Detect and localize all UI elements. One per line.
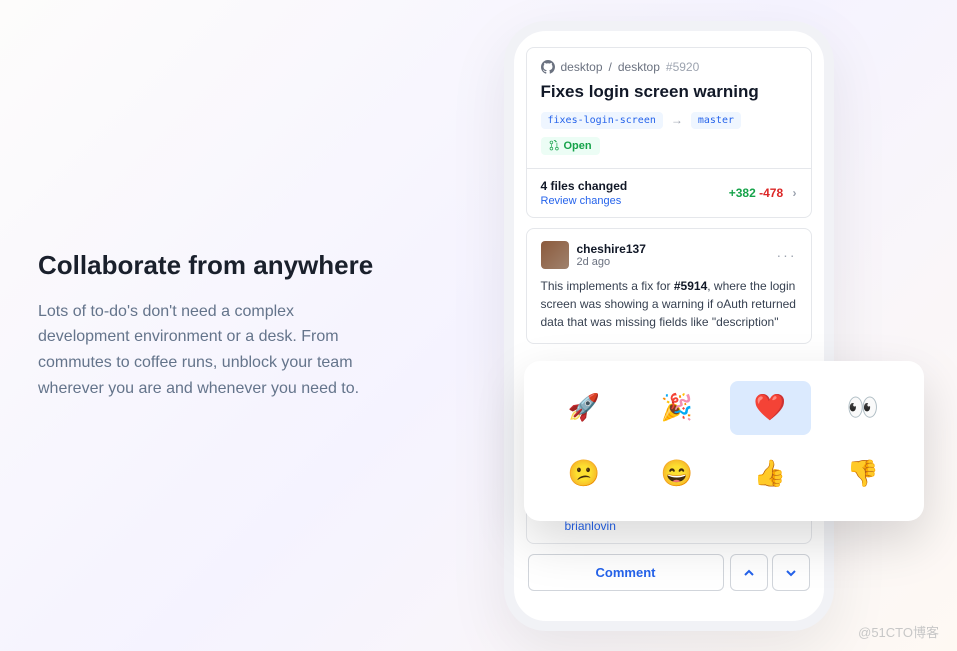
chevron-down-icon [785, 567, 797, 579]
watermark: @51CTO博客 [858, 622, 939, 641]
repo-breadcrumb[interactable]: desktop / desktop #5920 [541, 60, 797, 74]
more-menu-icon[interactable]: ··· [777, 247, 797, 263]
comment-body: This implements a fix for #5914, where t… [541, 277, 797, 331]
comment-button[interactable]: Comment [528, 554, 724, 591]
source-branch[interactable]: fixes-login-screen [541, 112, 663, 129]
avatar[interactable] [541, 241, 569, 269]
comment-card: cheshire137 2d ago ··· This implements a… [526, 228, 812, 344]
reaction-option[interactable]: 😕 [544, 447, 625, 501]
nav-down-button[interactable] [772, 554, 810, 591]
reaction-option[interactable]: 👍 [730, 447, 811, 501]
marketing-copy: Collaborate from anywhere Lots of to-do'… [38, 250, 418, 401]
nav-up-button[interactable] [730, 554, 768, 591]
arrow-right-icon: → [671, 113, 683, 127]
git-pull-request-icon [549, 140, 560, 151]
chevron-up-icon [743, 567, 755, 579]
review-changes-link[interactable]: Review changes [541, 195, 628, 207]
phone-mockup: desktop / desktop #5920 Fixes login scre… [504, 21, 834, 631]
marketing-description: Lots of to-do's don't need a complex dev… [38, 299, 378, 401]
repo-owner: desktop [561, 60, 603, 74]
pr-title: Fixes login screen warning [541, 82, 797, 102]
reaction-option[interactable]: 😄 [637, 447, 718, 501]
marketing-heading: Collaborate from anywhere [38, 250, 378, 281]
repo-name: desktop [618, 60, 660, 74]
reaction-option[interactable]: 🎉 [637, 381, 718, 435]
pr-header-card: desktop / desktop #5920 Fixes login scre… [526, 47, 812, 219]
chevron-right-icon: › [793, 186, 797, 200]
files-changed-count: 4 files changed [541, 179, 628, 193]
reaction-option[interactable]: 👎 [823, 447, 904, 501]
comment-time: 2d ago [577, 256, 646, 268]
reaction-option[interactable]: ❤️ [730, 381, 811, 435]
additions: +382 [729, 186, 756, 200]
reaction-option[interactable]: 🚀 [544, 381, 625, 435]
deletions: -478 [759, 186, 783, 200]
github-icon [541, 60, 555, 74]
issue-link[interactable]: #5914 [674, 279, 707, 293]
files-changed-row[interactable]: 4 files changed Review changes +382 -478… [527, 168, 811, 217]
pr-number: #5920 [666, 60, 699, 74]
comment-author[interactable]: cheshire137 [577, 242, 646, 256]
reaction-option[interactable]: 👀 [823, 381, 904, 435]
diff-stats: +382 -478 › [729, 186, 797, 200]
review-target[interactable]: brianlovin [565, 519, 616, 533]
target-branch[interactable]: master [691, 112, 741, 129]
reaction-picker: 🚀🎉❤️👀 😕😄👍👎 [524, 361, 924, 521]
pr-status-open: Open [541, 137, 600, 155]
